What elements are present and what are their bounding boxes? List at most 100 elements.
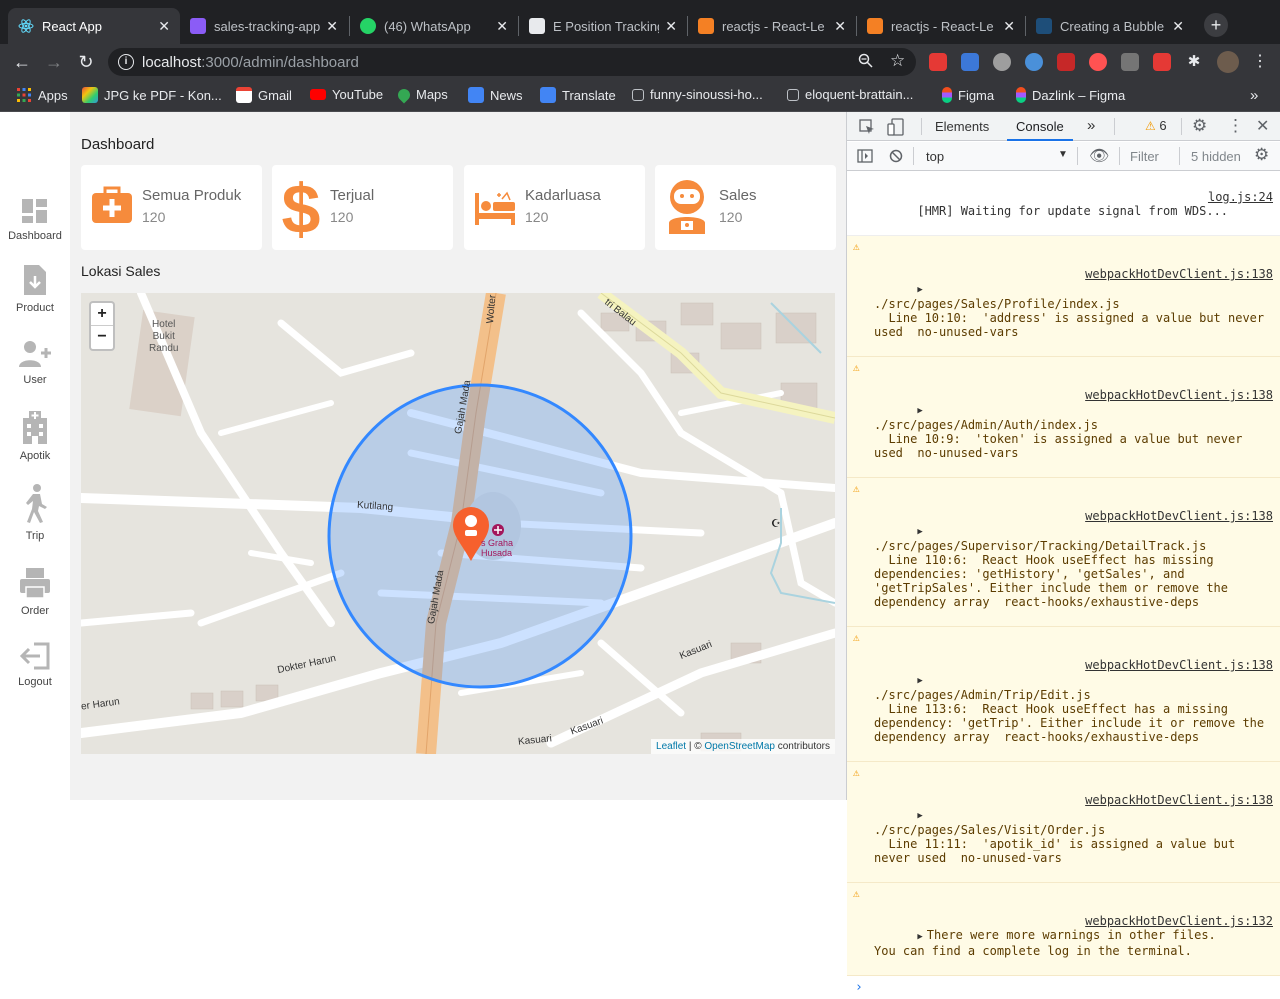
bookmark-translate[interactable]: Translate (540, 87, 616, 103)
tab-position-tracking[interactable]: E Position Tracking ✕ (519, 8, 687, 44)
sidebar-item-logout[interactable]: Logout (0, 642, 70, 688)
map-label-hospital: s Graha Husada (481, 538, 514, 558)
leaflet-link[interactable]: Leaflet (656, 741, 686, 752)
astronaut-icon (669, 180, 705, 234)
source-link[interactable]: webpackHotDevClient.js:138 (1085, 793, 1273, 807)
source-link[interactable]: log.js:24 (1208, 190, 1273, 204)
sidebar-item-apotik[interactable]: Apotik (0, 410, 70, 462)
tab-stackoverflow-1[interactable]: reactjs - React-Le ✕ (688, 8, 856, 44)
source-link[interactable]: webpackHotDevClient.js:138 (1085, 267, 1273, 281)
extension-icon[interactable] (1153, 53, 1171, 71)
star-icon[interactable]: ☆ (890, 51, 905, 71)
close-devtools-icon[interactable]: ✕ (1256, 116, 1269, 136)
tab-react-app[interactable]: React App ✕ (8, 8, 180, 44)
sidebar-toggle-icon[interactable] (857, 149, 873, 163)
sidebar-item-product[interactable]: Product (0, 264, 70, 314)
bookmark-gmail[interactable]: Gmail (236, 87, 292, 103)
warning-counter[interactable]: ⚠ 6 (1145, 118, 1167, 133)
opera-icon[interactable] (1089, 53, 1107, 71)
expand-triangle-icon[interactable]: ▶ (917, 932, 922, 942)
console-prompt[interactable]: › (847, 976, 1280, 999)
extension-icon[interactable] (993, 53, 1011, 71)
tab-console[interactable]: Console (1016, 119, 1064, 134)
expand-triangle-icon[interactable]: ▶ (917, 811, 922, 821)
close-tab-icon[interactable]: ✕ (665, 18, 677, 35)
warning-icon: ⚠ (853, 631, 860, 644)
expand-triangle-icon[interactable]: ▶ (917, 676, 922, 686)
context-selector[interactable]: top (926, 149, 944, 164)
close-tab-icon[interactable]: ✕ (158, 18, 170, 35)
inspect-element-icon[interactable] (859, 119, 875, 135)
whatsapp-icon (360, 18, 376, 34)
back-button[interactable]: ← (10, 50, 34, 74)
user-add-icon (19, 341, 51, 367)
adblock-icon[interactable] (929, 53, 947, 71)
extension-icon[interactable] (1057, 53, 1075, 71)
more-tabs-button[interactable]: » (1087, 117, 1095, 134)
extension-icon[interactable] (1121, 53, 1139, 71)
bookmark-dazlink-figma[interactable]: Dazlink – Figma (1016, 87, 1125, 103)
bookmark-eloquent-brattain[interactable]: eloquent-brattain... (787, 87, 913, 102)
puzzle-icon[interactable]: ✱ (1185, 53, 1203, 71)
tab-stackoverflow-2[interactable]: reactjs - React-Le ✕ (857, 8, 1025, 44)
expand-triangle-icon[interactable]: ▶ (917, 527, 922, 537)
tab-creating-bubble[interactable]: Creating a Bubble ✕ (1026, 8, 1194, 44)
bookmarks-more-button[interactable]: » (1250, 87, 1258, 104)
console-settings-icon[interactable]: ⚙ (1254, 145, 1269, 165)
close-tab-icon[interactable]: ✕ (1172, 18, 1184, 35)
source-link[interactable]: webpackHotDevClient.js:132 (1085, 914, 1273, 928)
tab-sales-tracking[interactable]: sales-tracking-app ✕ (180, 8, 348, 44)
tracking-icon (529, 18, 545, 34)
forward-button[interactable]: → (42, 50, 66, 74)
close-tab-icon[interactable]: ✕ (834, 18, 846, 35)
info-icon[interactable]: i (118, 54, 134, 70)
device-toolbar-icon[interactable] (887, 118, 905, 136)
extension-icon[interactable] (1025, 53, 1043, 71)
bookmark-apps[interactable]: Apps (16, 87, 68, 103)
bookmark-funny-sinoussi[interactable]: funny-sinoussi-ho... (632, 87, 763, 102)
source-link[interactable]: webpackHotDevClient.js:138 (1085, 509, 1273, 523)
sales-location-map[interactable]: ☪ Hotel Bukit Randu Gajah Mada Gajah Mad… (81, 293, 835, 754)
clear-console-icon[interactable] (889, 149, 903, 163)
expand-triangle-icon[interactable]: ▶ (917, 285, 922, 295)
bookmark-jpg-pdf[interactable]: JPG ke PDF - Kon... (82, 87, 222, 103)
expand-triangle-icon[interactable]: ▶ (917, 406, 922, 416)
address-bar[interactable]: i localhost:3000/admin/dashboard ☆ (108, 48, 916, 76)
zoom-icon[interactable] (858, 53, 873, 72)
zoom-in-button[interactable]: + (91, 303, 113, 326)
printer-icon (20, 568, 50, 599)
bookmark-news[interactable]: News (468, 87, 523, 103)
chevron-down-icon[interactable]: ▼ (1058, 149, 1068, 160)
tab-elements[interactable]: Elements (935, 119, 989, 134)
card-label: Kadarluasa (525, 187, 601, 204)
reload-button[interactable]: ↻ (74, 50, 98, 74)
source-link[interactable]: webpackHotDevClient.js:138 (1085, 658, 1273, 672)
settings-gear-icon[interactable]: ⚙ (1192, 116, 1207, 136)
source-link[interactable]: webpackHotDevClient.js:138 (1085, 388, 1273, 402)
close-tab-icon[interactable]: ✕ (1003, 18, 1015, 35)
bookmark-figma[interactable]: Figma (942, 87, 994, 103)
tab-whatsapp[interactable]: (46) WhatsApp ✕ (350, 8, 518, 44)
sidebar-item-dashboard[interactable]: Dashboard (0, 198, 70, 242)
filter-input[interactable]: Filter (1130, 149, 1159, 164)
eye-icon[interactable]: 👁 (1089, 146, 1109, 166)
bookmark-youtube[interactable]: YouTube (310, 87, 383, 102)
sidebar-item-trip[interactable]: Trip (0, 484, 70, 542)
youtube-icon (310, 89, 326, 100)
sidebar-item-order[interactable]: Order (0, 567, 70, 617)
sidebar-item-user[interactable]: User (0, 340, 70, 386)
new-tab-button[interactable]: + (1204, 13, 1228, 37)
openstreetmap-link[interactable]: OpenStreetMap (704, 741, 775, 752)
menu-kebab-icon[interactable]: ⋮ (1227, 116, 1244, 136)
close-tab-icon[interactable]: ✕ (496, 18, 508, 35)
apps-grid-icon (16, 87, 32, 103)
translate-ext-icon[interactable] (961, 53, 979, 71)
hidden-count[interactable]: 5 hidden (1191, 149, 1241, 164)
bookmark-maps[interactable]: Maps (395, 86, 448, 103)
menu-kebab-icon[interactable]: ⋮ (1251, 53, 1269, 71)
close-tab-icon[interactable]: ✕ (326, 18, 338, 35)
map-attribution: Leaflet | © OpenStreetMap contributors (651, 739, 835, 754)
avatar[interactable] (1217, 51, 1239, 73)
console-warning: ⚠ webpackHotDevClient.js:138 ▶ ./src/page… (847, 762, 1280, 883)
zoom-out-button[interactable]: − (91, 326, 113, 349)
